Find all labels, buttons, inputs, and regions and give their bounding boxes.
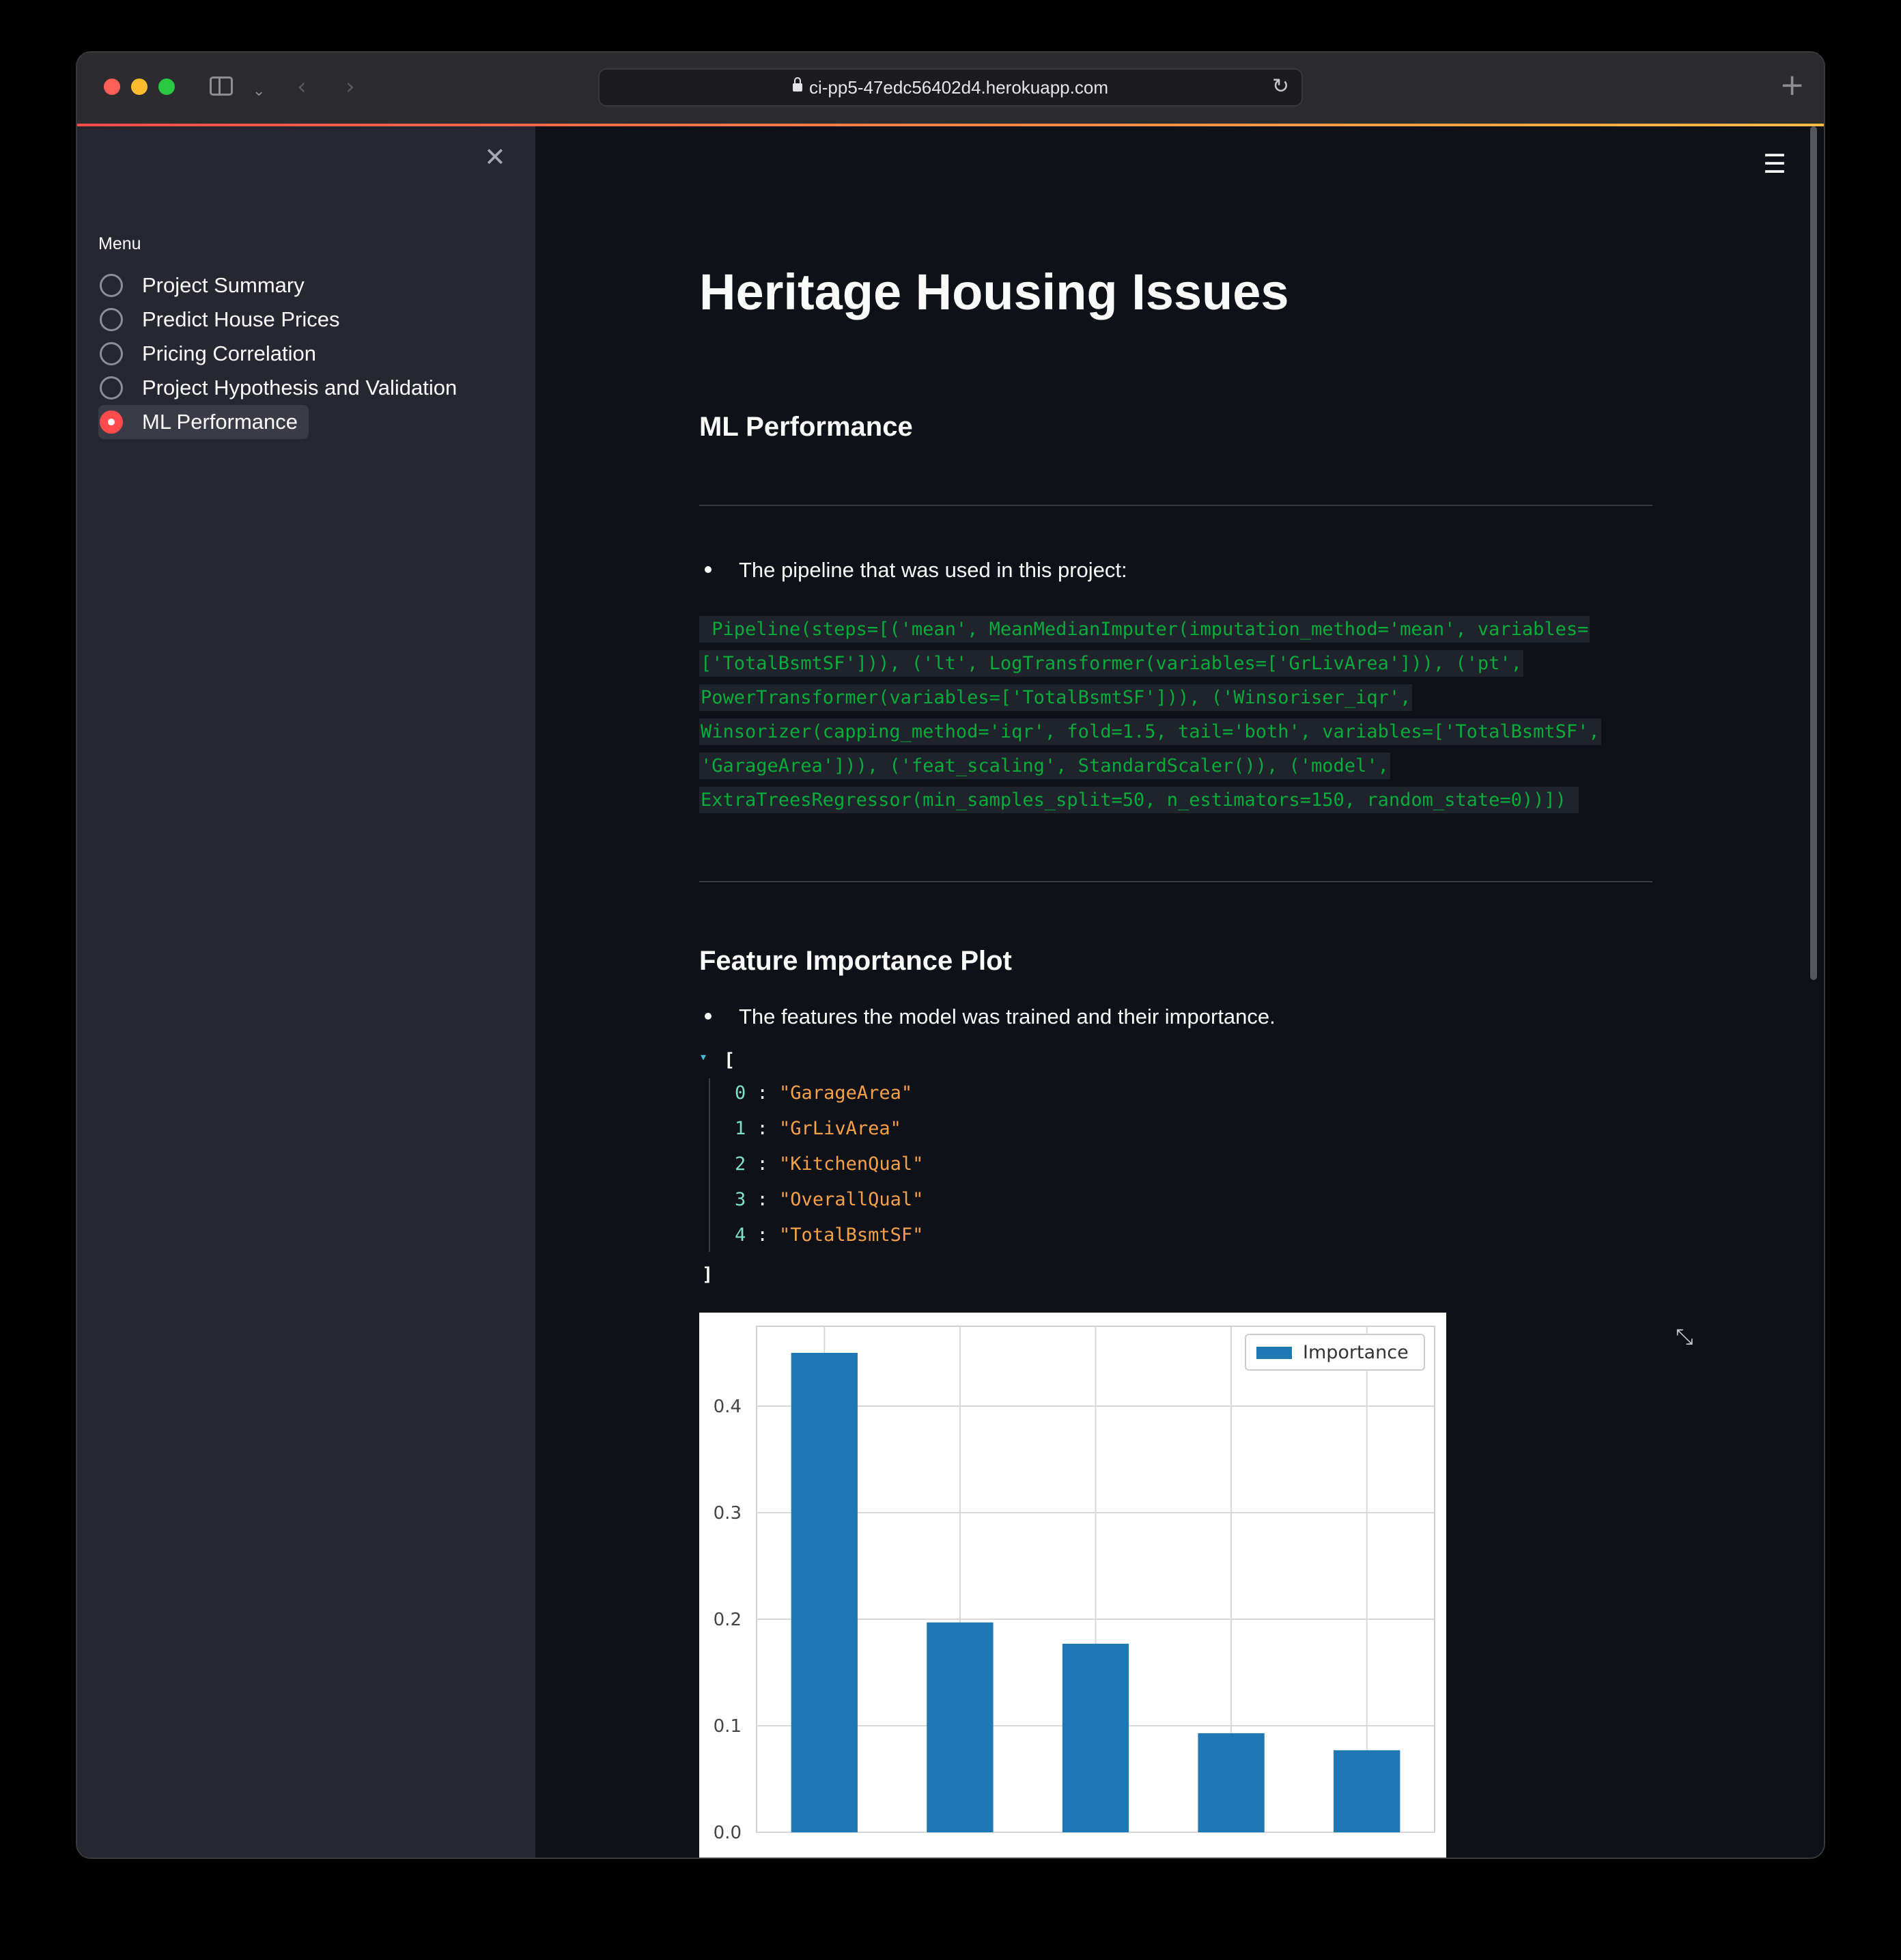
menu-radio-group: Project Summary Predict House Prices Pri… bbox=[98, 268, 457, 439]
feature-bullet-text: The features the model was trained and t… bbox=[739, 1005, 1276, 1028]
code-line: PowerTransformer(variables=['TotalBsmtSF… bbox=[699, 684, 1413, 711]
bar bbox=[927, 1622, 994, 1832]
bar bbox=[791, 1353, 858, 1832]
json-index: 1 bbox=[735, 1118, 746, 1139]
menu-item-project-hypothesis[interactable]: Project Hypothesis and Validation bbox=[98, 371, 457, 405]
menu-item-pricing-correlation[interactable]: Pricing Correlation bbox=[98, 337, 457, 371]
code-line: Winsorizer(capping_method='iqr', fold=1.… bbox=[699, 718, 1601, 745]
code-line: ExtraTreesRegressor(min_samples_split=50… bbox=[699, 787, 1579, 813]
json-value: "OverallQual" bbox=[779, 1189, 924, 1210]
json-entry: 4 : "TotalBsmtSF" bbox=[735, 1224, 924, 1246]
divider bbox=[699, 881, 1652, 882]
menu-label: Menu bbox=[98, 234, 141, 253]
json-entry: 1 : "GrLivArea" bbox=[735, 1118, 901, 1139]
lock-icon bbox=[793, 77, 802, 92]
feature-importance-heading: Feature Importance Plot bbox=[699, 946, 1012, 976]
forward-icon[interactable]: › bbox=[346, 75, 355, 98]
y-tick-label: 0.0 bbox=[714, 1823, 742, 1843]
y-tick-label: 0.1 bbox=[714, 1716, 742, 1737]
bar bbox=[1062, 1643, 1129, 1832]
address-bar[interactable]: ci-pp5-47edc56402d4.herokuapp.com ↻ bbox=[598, 68, 1303, 107]
feature-bullet: The features the model was trained and t… bbox=[699, 1005, 1276, 1029]
hamburger-menu-icon[interactable]: ☰ bbox=[1763, 151, 1786, 177]
minimize-window-button[interactable] bbox=[131, 79, 147, 95]
menu-item-label: ML Performance bbox=[142, 410, 298, 434]
menu-item-label: Project Summary bbox=[142, 273, 305, 297]
code-line: ['TotalBsmtSF'])), ('lt', LogTransformer… bbox=[699, 650, 1523, 677]
json-index: 0 bbox=[735, 1082, 746, 1104]
json-index: 4 bbox=[735, 1224, 746, 1246]
close-window-button[interactable] bbox=[104, 79, 120, 95]
sidebar: ✕ Menu Project Summary Predict House Pri… bbox=[77, 126, 535, 1858]
code-line: 'GarageArea'])), ('feat_scaling', Standa… bbox=[699, 753, 1390, 779]
y-tick-label: 0.4 bbox=[714, 1397, 742, 1417]
code-line: Pipeline(steps=[('mean', MeanMedianImput… bbox=[699, 616, 1590, 643]
scrollbar[interactable] bbox=[1810, 126, 1817, 980]
bar bbox=[1334, 1750, 1400, 1832]
menu-item-label: Pricing Correlation bbox=[142, 341, 316, 365]
back-icon[interactable]: ‹ bbox=[297, 75, 307, 98]
chevron-down-icon[interactable]: ⌄ bbox=[253, 80, 265, 103]
json-value: "GrLivArea" bbox=[779, 1118, 901, 1139]
fullscreen-expand-icon[interactable]: ⤡ bbox=[1676, 1326, 1693, 1347]
json-close-bracket: ] bbox=[702, 1264, 714, 1285]
json-entry: 2 : "KitchenQual" bbox=[735, 1153, 924, 1175]
main-content: ☰ Heritage Housing Issues ML Performance… bbox=[535, 126, 1824, 1858]
y-tick-label: 0.2 bbox=[714, 1610, 742, 1630]
json-value: "TotalBsmtSF" bbox=[779, 1224, 924, 1246]
radio-selected-icon[interactable] bbox=[100, 410, 123, 434]
json-index: 3 bbox=[735, 1189, 746, 1210]
legend-label: Importance bbox=[1303, 1342, 1409, 1363]
browser-window: ⌄ ‹ › ci-pp5-47edc56402d4.herokuapp.com … bbox=[77, 53, 1824, 1858]
json-entry: 3 : "OverallQual" bbox=[735, 1189, 924, 1210]
json-index: 2 bbox=[735, 1153, 746, 1175]
y-tick-label: 0.3 bbox=[714, 1503, 742, 1524]
pipeline-code-block: Pipeline(steps=[('mean', MeanMedianImput… bbox=[699, 613, 1655, 817]
menu-item-label: Project Hypothesis and Validation bbox=[142, 376, 457, 400]
json-value: "KitchenQual" bbox=[779, 1153, 924, 1175]
radio-icon[interactable] bbox=[100, 376, 123, 400]
pipeline-bullet-text: The pipeline that was used in this proje… bbox=[739, 558, 1127, 582]
section-subtitle: ML Performance bbox=[699, 412, 913, 442]
new-tab-icon[interactable]: + bbox=[1779, 70, 1805, 100]
browser-titlebar: ⌄ ‹ › ci-pp5-47edc56402d4.herokuapp.com … bbox=[77, 53, 1824, 126]
radio-icon[interactable] bbox=[100, 342, 123, 365]
close-sidebar-icon[interactable]: ✕ bbox=[484, 144, 506, 170]
sidebar-toggle-icon[interactable] bbox=[210, 76, 233, 96]
chart-svg: 0.00.10.20.30.4allQualLivAreaenQualBsmtS… bbox=[714, 1326, 1435, 1843]
json-value: "GarageArea" bbox=[779, 1082, 913, 1104]
json-indent-guide bbox=[709, 1078, 710, 1252]
divider bbox=[699, 505, 1652, 506]
menu-item-predict-house-prices[interactable]: Predict House Prices bbox=[98, 303, 457, 337]
zoom-window-button[interactable] bbox=[158, 79, 175, 95]
json-entry: 0 : "GarageArea" bbox=[735, 1082, 913, 1104]
collapse-caret-icon[interactable]: ▾ bbox=[699, 1048, 707, 1065]
reload-icon[interactable]: ↻ bbox=[1272, 76, 1289, 97]
radio-icon[interactable] bbox=[100, 274, 123, 297]
page-title: Heritage Housing Issues bbox=[699, 264, 1289, 320]
feature-importance-chart: 0.00.10.20.30.4allQualLivAreaenQualBsmtS… bbox=[699, 1313, 1446, 1858]
menu-item-label: Predict House Prices bbox=[142, 307, 340, 331]
menu-item-project-summary[interactable]: Project Summary bbox=[98, 268, 457, 303]
json-open-bracket: [ bbox=[724, 1050, 735, 1071]
url-text: ci-pp5-47edc56402d4.herokuapp.com bbox=[809, 77, 1108, 98]
pipeline-bullet: The pipeline that was used in this proje… bbox=[699, 558, 1127, 583]
legend-swatch bbox=[1256, 1347, 1292, 1359]
radio-icon[interactable] bbox=[100, 308, 123, 331]
bar bbox=[1198, 1733, 1265, 1832]
menu-item-ml-performance[interactable]: ML Performance bbox=[98, 405, 309, 439]
